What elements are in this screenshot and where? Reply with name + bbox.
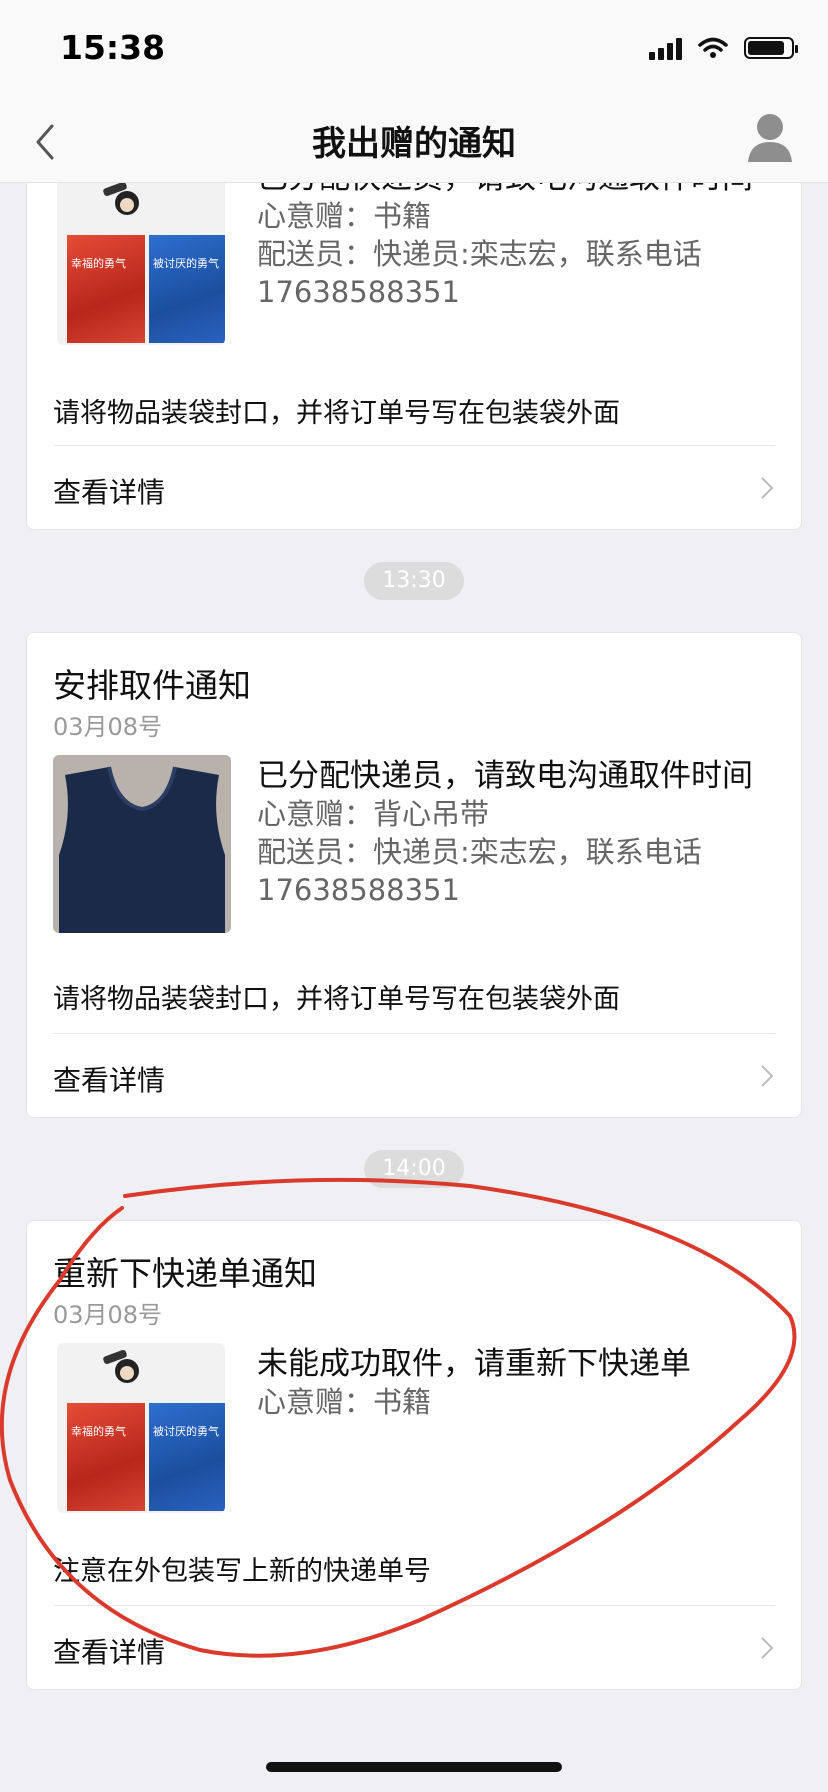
- gift-thumbnail: [53, 755, 231, 933]
- home-indicator: [266, 1762, 562, 1772]
- card-body: 已分配快递员，请致电沟通取件时间 心意赠：背心吊带 配送员：快递员:栾志宏，联系…: [257, 757, 777, 909]
- time-separator: 13:30: [364, 562, 464, 600]
- vest-image: [53, 755, 231, 933]
- card-note: 请将物品装袋封口，并将订单号写在包装袋外面: [53, 398, 620, 429]
- gift-item: 心意赠：背心吊带: [257, 797, 490, 831]
- battery-icon: [744, 37, 798, 59]
- book-cover: 被讨厌的勇气: [149, 1403, 225, 1511]
- page-title: 我出赠的通知: [312, 124, 516, 164]
- courier-info: 配送员：快递员:栾志宏，联系电话 17638588351: [257, 835, 702, 907]
- book-cover: 幸福的勇气: [67, 1403, 145, 1511]
- navigation-bar: 15:38 我出赠的通知: [0, 0, 828, 183]
- gift-thumbnail: 幸福的勇气 被讨厌的勇气: [57, 175, 225, 345]
- chevron-right-icon: [761, 1065, 774, 1087]
- notification-card: 重新下快递单通知 03月08号 幸福的勇气 被讨厌的勇气 未能成功取件，请重新下…: [26, 1220, 802, 1690]
- user-profile-icon[interactable]: [746, 112, 794, 164]
- card-main-text: 未能成功取件，请重新下快递单: [257, 1346, 691, 1382]
- book-cover: 被讨厌的勇气: [149, 235, 225, 343]
- view-details-label: 查看详情: [53, 1636, 166, 1669]
- gift-thumbnail: 幸福的勇气 被讨厌的勇气: [57, 1343, 225, 1513]
- books-image: 幸福的勇气 被讨厌的勇气: [57, 175, 225, 345]
- status-icons: [649, 36, 798, 60]
- view-details-row[interactable]: 查看详情: [27, 1605, 801, 1691]
- view-details-label: 查看详情: [53, 1064, 166, 1097]
- gift-item: 心意赠：书籍: [257, 199, 432, 233]
- chevron-right-icon: [761, 1637, 774, 1659]
- books-image: 幸福的勇气 被讨厌的勇气: [57, 1343, 225, 1513]
- card-title: 安排取件通知: [53, 666, 251, 705]
- card-note: 注意在外包装写上新的快递单号: [53, 1556, 431, 1587]
- keychain-icon: [103, 1349, 139, 1383]
- wifi-icon: [698, 37, 728, 58]
- card-date: 03月08号: [53, 713, 163, 741]
- view-details-row[interactable]: 查看详情: [27, 1033, 801, 1119]
- view-details-label: 查看详情: [53, 476, 166, 509]
- card-note: 请将物品装袋封口，并将订单号写在包装袋外面: [53, 984, 620, 1015]
- card-body: 未能成功取件，请重新下快递单 心意赠：书籍: [257, 1345, 777, 1421]
- view-details-row[interactable]: 查看详情: [27, 445, 801, 531]
- chevron-right-icon: [761, 477, 774, 499]
- gift-item: 心意赠：书籍: [257, 1385, 432, 1419]
- vest-shape: [59, 766, 225, 933]
- notification-card: 安排取件通知 03月08号 已分配快递员，请致电沟通取件时间 心意赠：背心吊带 …: [26, 632, 802, 1118]
- status-time: 15:38: [60, 28, 166, 67]
- courier-info: 配送员：快递员:栾志宏，联系电话 17638588351: [257, 237, 702, 309]
- signal-icon: [649, 36, 682, 60]
- card-main-text: 已分配快递员，请致电沟通取件时间: [257, 758, 753, 794]
- card-title: 重新下快递单通知: [53, 1254, 317, 1293]
- card-date: 03月08号: [53, 1301, 163, 1329]
- time-separator: 14:00: [364, 1150, 464, 1188]
- keychain-icon: [103, 181, 139, 215]
- book-cover: 幸福的勇气: [67, 235, 145, 343]
